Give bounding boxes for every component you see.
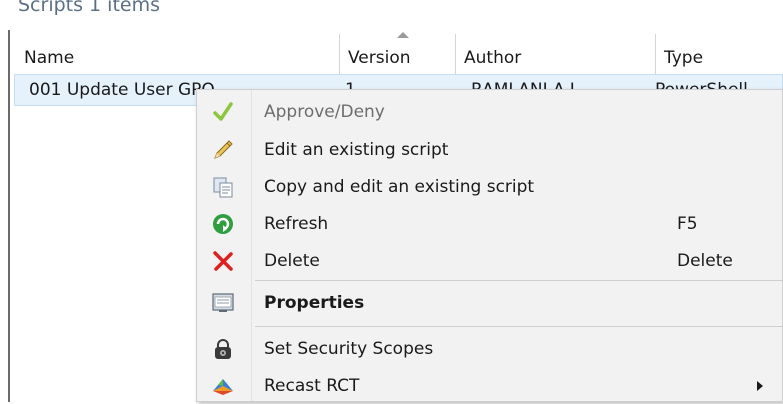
checkmark-icon — [213, 102, 233, 121]
recast-icon — [213, 379, 233, 395]
lock-icon — [215, 339, 231, 359]
submenu-arrow-icon — [757, 381, 763, 391]
menu-item-delete[interactable]: Delete Delete — [197, 243, 782, 279]
panel-title: Scripts 1 items — [18, 0, 160, 16]
menu-item-label: Refresh — [264, 214, 329, 234]
menu-separator — [255, 280, 782, 281]
menu-item-copy-edit-script[interactable]: Copy and edit an existing script — [197, 169, 782, 205]
menu-item-label: Set Security Scopes — [264, 339, 434, 359]
column-header-version[interactable]: Version — [340, 32, 456, 74]
sort-ascending-icon — [397, 32, 409, 38]
menu-item-refresh[interactable]: Refresh F5 — [197, 206, 782, 242]
copy-icon — [213, 177, 233, 198]
menu-item-label: Approve/Deny — [264, 102, 385, 122]
column-header-name[interactable]: Name — [16, 34, 340, 74]
menu-item-label: Recast RCT — [264, 376, 360, 396]
column-header-row: Name Version Author Type — [10, 32, 783, 74]
column-header-type[interactable]: Type — [656, 34, 783, 74]
refresh-icon — [213, 214, 233, 234]
menu-item-properties[interactable]: Properties — [197, 285, 782, 321]
menu-item-shortcut: F5 — [677, 214, 698, 234]
menu-item-label: Properties — [264, 293, 365, 313]
menu-item-label: Copy and edit an existing script — [264, 177, 535, 197]
menu-item-recast-rct[interactable]: Recast RCT — [197, 368, 782, 404]
column-header-author[interactable]: Author — [456, 34, 656, 74]
delete-icon — [213, 251, 233, 271]
left-border — [8, 30, 10, 402]
panel-header: Scripts 1 items — [0, 0, 783, 30]
menu-item-label: Delete — [264, 251, 320, 271]
menu-item-set-security-scopes[interactable]: Set Security Scopes — [197, 331, 782, 367]
pencil-icon — [214, 140, 233, 159]
menu-item-label: Edit an existing script — [264, 140, 449, 160]
properties-icon — [212, 293, 234, 312]
menu-item-edit-script[interactable]: Edit an existing script — [197, 132, 782, 168]
column-header-version-label: Version — [348, 48, 411, 68]
menu-item-shortcut: Delete — [677, 251, 733, 271]
menu-item-approve-deny[interactable]: Approve/Deny — [197, 94, 782, 130]
context-menu: Approve/Deny Edit an existing script Cop… — [196, 89, 783, 402]
menu-separator — [255, 326, 782, 327]
